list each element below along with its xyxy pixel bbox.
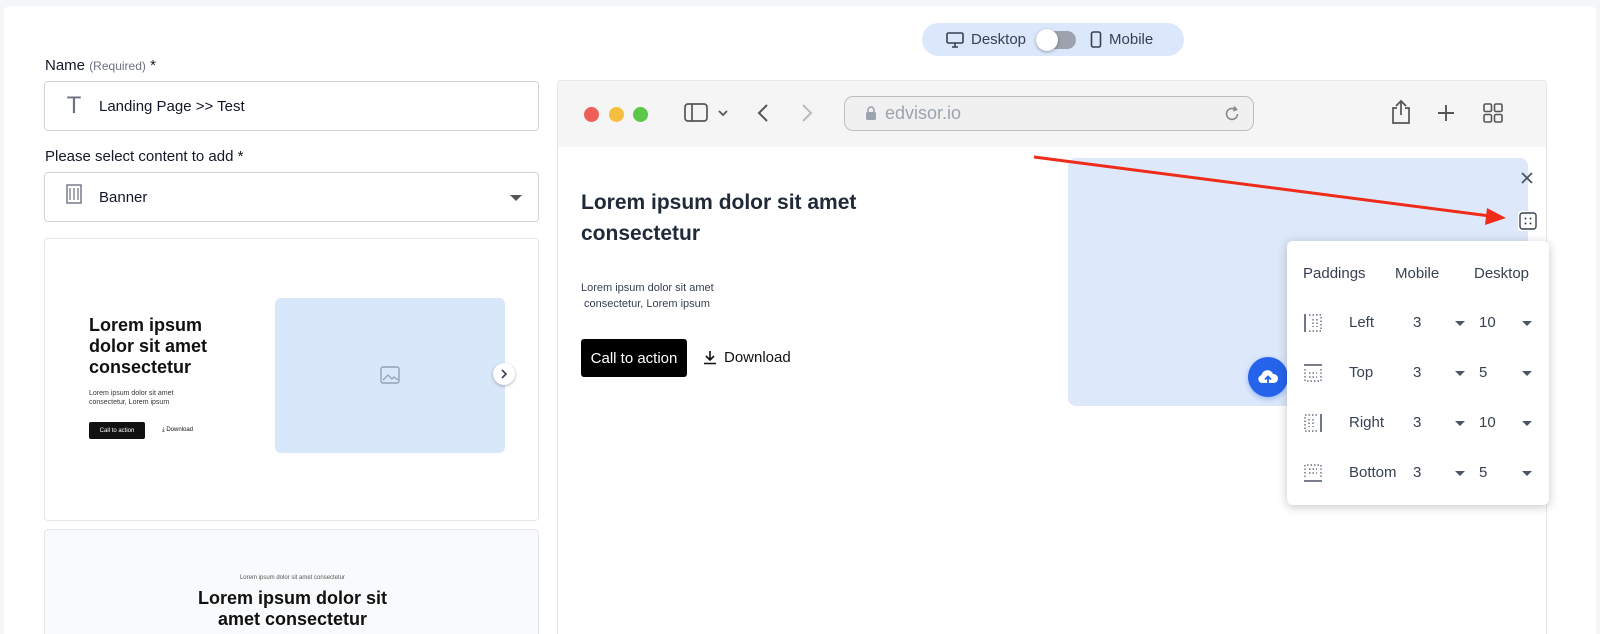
paddings-panel: Paddings Mobile Desktop Left 3 10 Top 3 … [1287, 241, 1549, 505]
chevron-down-icon[interactable] [1455, 371, 1465, 376]
desktop-padding-select[interactable]: 10 [1479, 414, 1496, 431]
mobile-padding-select[interactable]: 3 [1413, 464, 1421, 481]
chevron-down-icon[interactable] [1522, 421, 1532, 426]
chevron-down-icon[interactable] [1455, 321, 1465, 326]
padding-label: Left [1349, 314, 1375, 331]
chevron-down-icon[interactable] [1522, 321, 1532, 326]
desktop-padding-select[interactable]: 5 [1479, 364, 1487, 381]
padding-bottom-icon [1304, 464, 1322, 482]
chevron-down-icon[interactable] [1522, 371, 1532, 376]
desktop-padding-select[interactable]: 5 [1479, 464, 1487, 481]
padding-label: Top [1349, 364, 1374, 381]
mobile-padding-select[interactable]: 3 [1413, 364, 1421, 381]
padding-left-icon [1304, 314, 1322, 332]
mobile-padding-select[interactable]: 3 [1413, 414, 1421, 431]
chevron-down-icon[interactable] [1455, 421, 1465, 426]
mobile-padding-select[interactable]: 3 [1413, 314, 1421, 331]
paddings-header: Paddings [1303, 265, 1366, 282]
padding-row-top: Top 3 5 [1287, 355, 1549, 391]
desktop-column-header: Desktop [1474, 265, 1530, 282]
padding-row-left: Left 3 10 [1287, 305, 1549, 341]
padding-label: Bottom [1349, 464, 1397, 481]
padding-row-right: Right 3 10 [1287, 405, 1549, 441]
chevron-down-icon[interactable] [1522, 471, 1532, 476]
desktop-padding-select[interactable]: 10 [1479, 314, 1496, 331]
mobile-column-header: Mobile [1395, 265, 1440, 282]
padding-row-bottom: Bottom 3 5 [1287, 455, 1549, 491]
padding-top-icon [1304, 364, 1322, 382]
padding-label: Right [1349, 414, 1385, 431]
chevron-down-icon[interactable] [1455, 471, 1465, 476]
padding-right-icon [1304, 414, 1322, 432]
